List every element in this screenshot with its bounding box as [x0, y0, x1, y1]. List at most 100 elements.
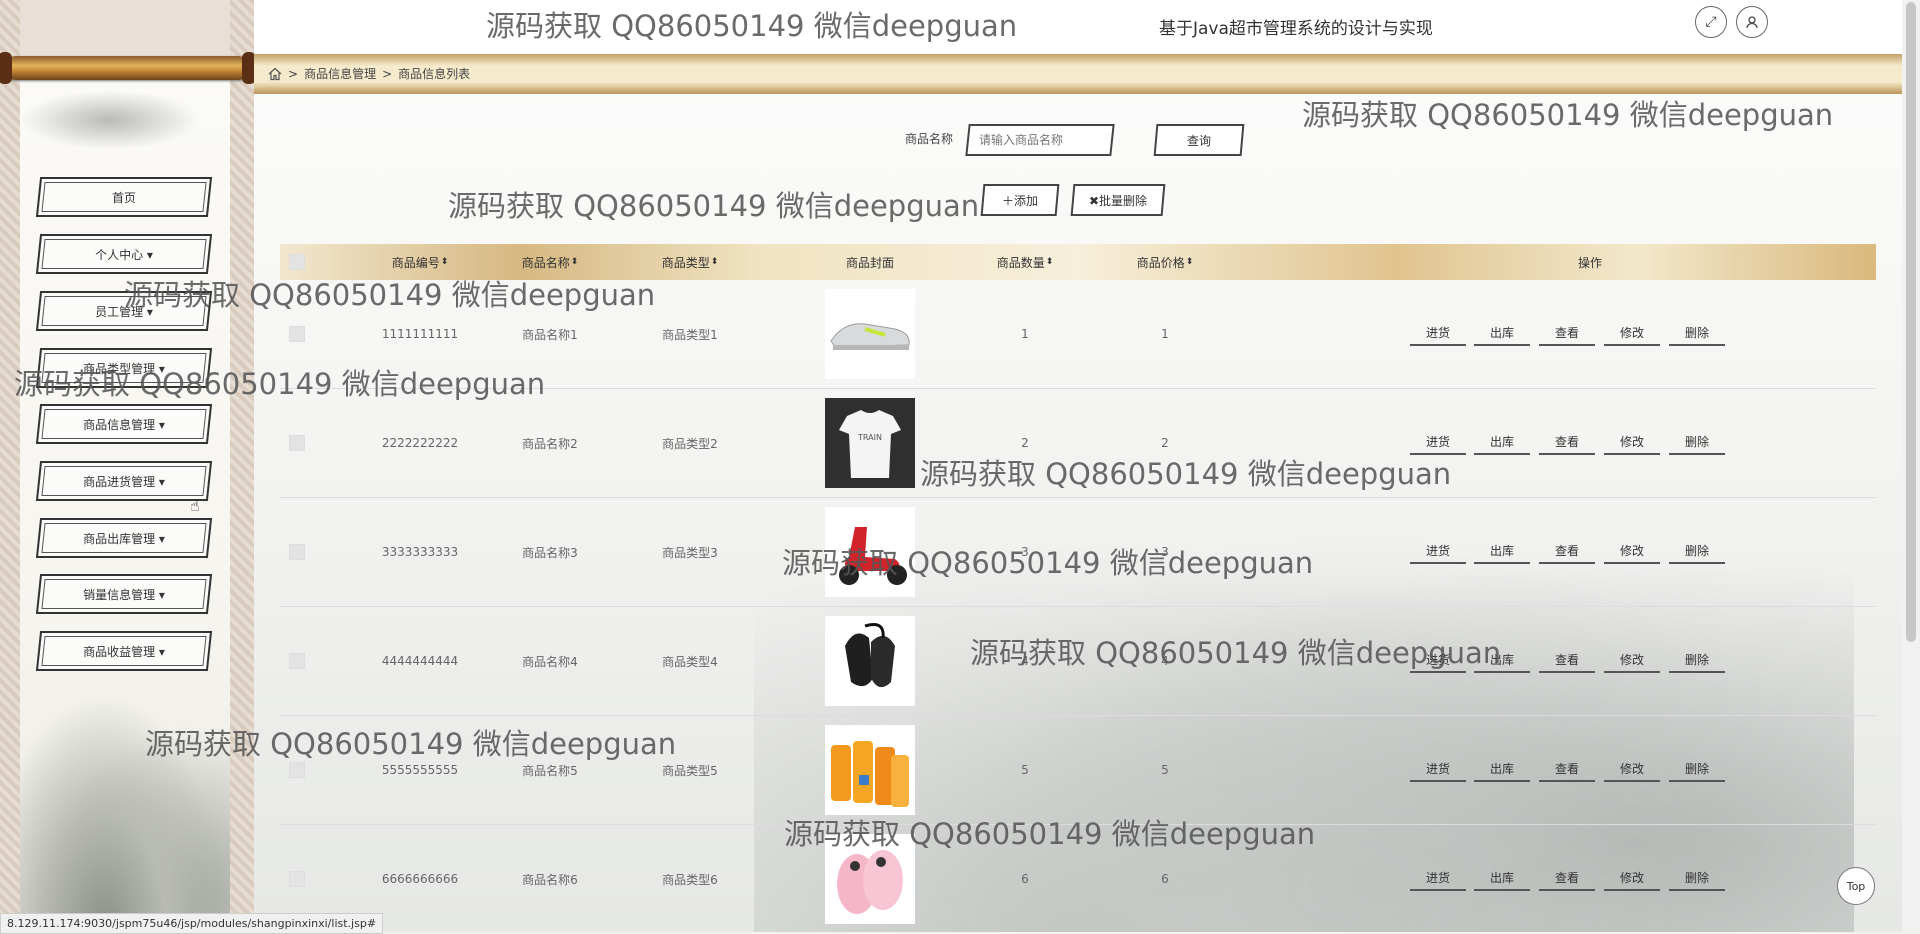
table-row: 6666666666 商品名称6 商品类型6 6 6 进货 出库 查看 修改 删除	[280, 825, 1876, 932]
stock-out-button[interactable]: 出库	[1474, 429, 1530, 455]
column-header-name[interactable]: 商品名称 ⬍	[490, 244, 610, 280]
stock-in-button[interactable]: 进货	[1410, 538, 1466, 564]
sidebar-item-label: 个人中心 ▾	[95, 247, 153, 262]
view-button[interactable]: 查看	[1539, 429, 1595, 455]
cell-price: 5	[1161, 763, 1169, 777]
delete-button[interactable]: 删除	[1669, 538, 1725, 564]
home-icon[interactable]	[268, 67, 282, 81]
scrollbar-thumb[interactable]	[1906, 2, 1916, 642]
cell-id: 4444444444	[381, 654, 459, 668]
row-checkbox[interactable]	[289, 762, 305, 778]
cell-type: 商品类型1	[662, 327, 718, 342]
add-button[interactable]: ＋添加	[980, 184, 1060, 216]
cell-name: 商品名称2	[522, 436, 578, 451]
search-button[interactable]: 查询	[1153, 124, 1245, 156]
user-icon	[1746, 16, 1758, 29]
tshirt-image: TRAIN	[825, 389, 915, 497]
view-button[interactable]: 查看	[1539, 647, 1595, 673]
view-button[interactable]: 查看	[1539, 756, 1595, 782]
cell-price: 2	[1161, 436, 1169, 450]
pine-branch-decoration	[20, 90, 200, 150]
sidebar-item-home[interactable]: 首页	[35, 177, 213, 217]
sidebar-item-purchase[interactable]: 商品进货管理 ▾	[35, 461, 213, 501]
delete-button[interactable]: 删除	[1669, 320, 1725, 346]
search-input-frame	[965, 124, 1131, 156]
sidebar-item-product-type[interactable]: 商品类型管理 ▾	[35, 348, 213, 388]
slippers-image	[825, 825, 915, 932]
view-button[interactable]: 查看	[1539, 865, 1595, 891]
cell-type: 商品类型5	[662, 763, 718, 778]
mouse-cursor: ☝	[190, 496, 200, 515]
delete-button[interactable]: 删除	[1669, 756, 1725, 782]
sidebar-item-sales[interactable]: 销量信息管理 ▾	[35, 574, 213, 614]
breadcrumb-level1[interactable]: 商品信息管理	[304, 65, 376, 82]
cell-id: 2222222222	[381, 436, 459, 450]
sort-icon: ⬍	[710, 257, 719, 267]
stock-in-button[interactable]: 进货	[1410, 756, 1466, 782]
sidebar-item-outbound[interactable]: 商品出库管理 ▾	[35, 518, 213, 558]
stock-in-button[interactable]: 进货	[1410, 647, 1466, 673]
sidebar-item-label: 首页	[111, 190, 136, 205]
column-header-price[interactable]: 商品价格 ⬍	[1100, 244, 1230, 280]
sidebar-item-personal-center[interactable]: 个人中心 ▾	[35, 234, 213, 274]
sidebar-item-staff[interactable]: 员工管理 ▾	[35, 291, 213, 331]
stock-out-button[interactable]: 出库	[1474, 538, 1530, 564]
sidebar-item-product-info[interactable]: 商品信息管理 ▾	[35, 404, 213, 444]
breadcrumb-level2: 商品信息列表	[398, 67, 471, 81]
vertical-scrollbar[interactable]	[1902, 0, 1920, 932]
batch-delete-button[interactable]: ✖批量删除	[1070, 184, 1166, 216]
status-bar-url: 8.129.11.174:9030/jspm75u46/jsp/modules/…	[0, 913, 384, 934]
edit-button[interactable]: 修改	[1604, 429, 1660, 455]
cell-qty: 1	[1021, 327, 1029, 341]
row-checkbox[interactable]	[289, 435, 305, 451]
select-all-checkbox[interactable]	[289, 254, 305, 270]
sort-icon: ⬍	[1185, 257, 1194, 267]
cell-id: 5555555555	[381, 763, 459, 777]
row-checkbox[interactable]	[289, 544, 305, 560]
stock-in-button[interactable]: 进货	[1410, 429, 1466, 455]
delete-button[interactable]: 删除	[1669, 429, 1725, 455]
breadcrumb-bar: > 商品信息管理 > 商品信息列表	[254, 54, 1902, 94]
fullscreen-button[interactable]: ⤢	[1695, 6, 1727, 38]
stock-out-button[interactable]: 出库	[1474, 756, 1530, 782]
back-to-top-button[interactable]: Top	[1837, 867, 1875, 905]
column-header-qty[interactable]: 商品数量 ⬍	[960, 244, 1090, 280]
cell-type: 商品类型2	[662, 436, 718, 451]
view-button[interactable]: 查看	[1539, 320, 1595, 346]
table-header: 商品编号 ⬍ 商品名称 ⬍ 商品类型 ⬍ 商品封面 商品数量 ⬍ 商品价格 ⬍ 操作	[280, 244, 1876, 280]
table-row: 3333333333 商品名称3 商品类型3 3 3 进货 出库 查看 修改 删除	[280, 498, 1876, 607]
expand-icon: ⤢	[1705, 14, 1717, 30]
stock-in-button[interactable]: 进货	[1410, 865, 1466, 891]
row-checkbox[interactable]	[289, 326, 305, 342]
sort-icon: ⬍	[1045, 257, 1054, 267]
edit-button[interactable]: 修改	[1604, 647, 1660, 673]
breadcrumb: > 商品信息管理 > 商品信息列表	[268, 65, 470, 82]
sidebar-item-label: 商品出库管理 ▾	[83, 531, 165, 546]
cell-type: 商品类型3	[662, 545, 718, 560]
edit-button[interactable]: 修改	[1604, 538, 1660, 564]
stock-in-button[interactable]: 进货	[1410, 320, 1466, 346]
view-button[interactable]: 查看	[1539, 538, 1595, 564]
row-checkbox[interactable]	[289, 653, 305, 669]
column-header-type[interactable]: 商品类型 ⬍	[630, 244, 750, 280]
cell-name: 商品名称4	[522, 654, 578, 669]
edit-button[interactable]: 修改	[1604, 756, 1660, 782]
stock-out-button[interactable]: 出库	[1474, 647, 1530, 673]
row-checkbox[interactable]	[289, 871, 305, 887]
edit-button[interactable]: 修改	[1604, 320, 1660, 346]
delete-button[interactable]: 删除	[1669, 865, 1725, 891]
search-input[interactable]	[969, 126, 1131, 154]
column-header-label: 商品编号	[391, 255, 440, 270]
cell-price: 3	[1161, 545, 1169, 559]
svg-text:TRAIN: TRAIN	[857, 433, 882, 442]
column-header-id[interactable]: 商品编号 ⬍	[360, 244, 480, 280]
user-button[interactable]	[1736, 6, 1768, 38]
column-header-label: 商品数量	[996, 255, 1045, 270]
delete-button[interactable]: 删除	[1669, 647, 1725, 673]
stock-out-button[interactable]: 出库	[1474, 865, 1530, 891]
edit-button[interactable]: 修改	[1604, 865, 1660, 891]
column-header-label: 商品封面	[845, 255, 894, 270]
stock-out-button[interactable]: 出库	[1474, 320, 1530, 346]
sidebar-item-revenue[interactable]: 商品收益管理 ▾	[35, 631, 213, 671]
cell-name: 商品名称3	[522, 545, 578, 560]
